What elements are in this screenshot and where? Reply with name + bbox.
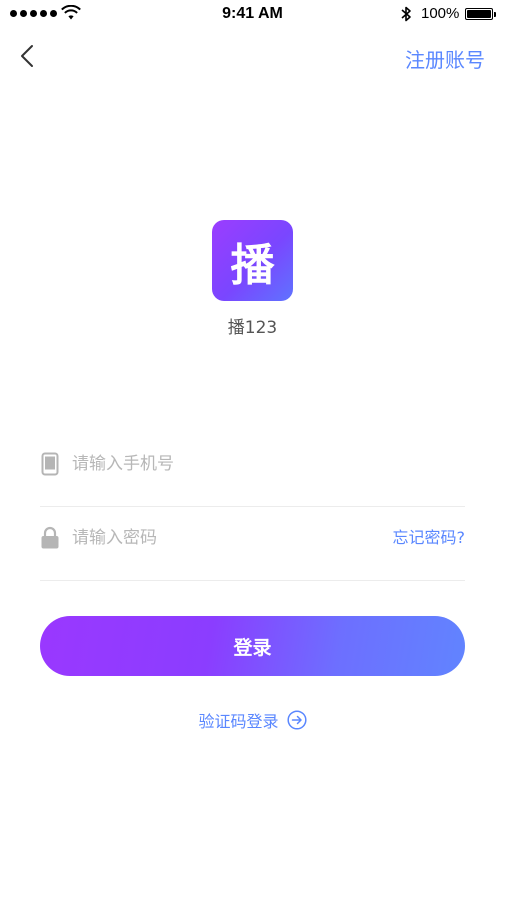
battery-icon — [465, 8, 496, 20]
status-bar: 9:41 AM 100% — [0, 0, 505, 28]
lock-icon — [40, 526, 60, 550]
forgot-password-link[interactable]: 忘记密码? — [393, 526, 466, 550]
phone-icon — [40, 452, 60, 476]
password-field-row: 忘记密码? — [40, 526, 465, 581]
password-input[interactable] — [72, 526, 393, 550]
battery-percentage: 100% — [421, 5, 460, 22]
code-login-link[interactable]: 验证码登录 — [0, 708, 505, 732]
phone-field-row — [40, 452, 465, 507]
back-button[interactable] — [14, 40, 42, 72]
phone-input[interactable] — [72, 452, 465, 476]
register-account-link[interactable]: 注册账号 — [405, 44, 485, 73]
bluetooth-icon — [401, 6, 411, 22]
login-button[interactable]: 登录 — [40, 616, 465, 676]
app-logo: 播 — [212, 220, 293, 301]
arrow-right-circle-icon — [286, 710, 307, 730]
chevron-left-icon — [21, 45, 33, 67]
app-name: 播123 — [227, 318, 278, 338]
code-login-label: 验证码登录 — [198, 712, 279, 731]
app-logo-char: 播 — [230, 239, 275, 291]
